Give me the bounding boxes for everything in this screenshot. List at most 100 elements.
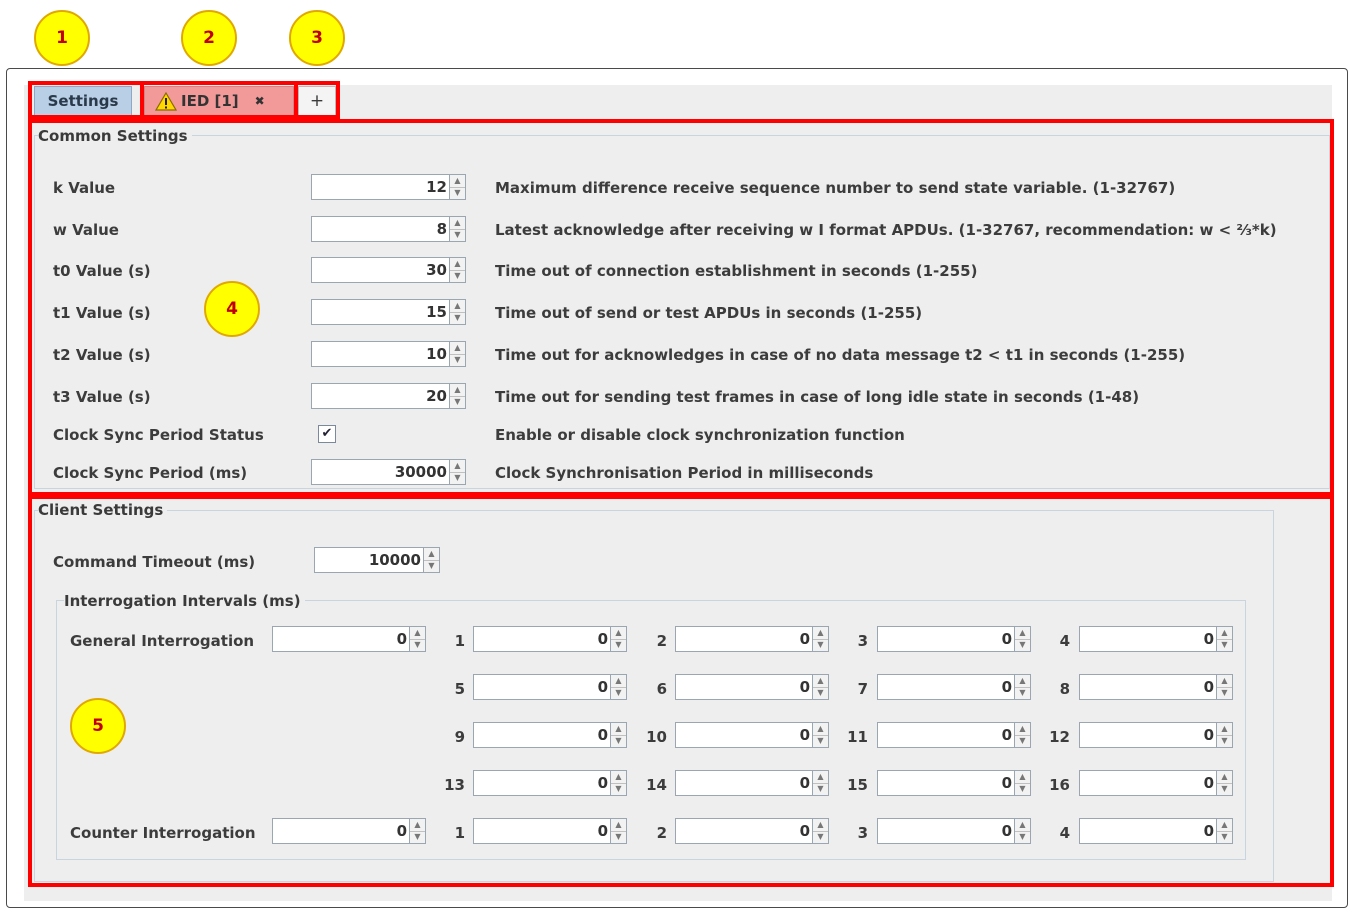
spinner-value: 0: [1203, 774, 1214, 792]
interrogation-intervals-title: Interrogation Intervals (ms): [64, 592, 305, 610]
spinner-arrows[interactable]: ▲ ▼: [409, 818, 426, 844]
group-interrogation-spinner[interactable]: 0 ▲ ▼: [1079, 674, 1233, 700]
spinner-arrows[interactable]: ▲ ▼: [449, 459, 466, 485]
spinner-arrows[interactable]: ▲ ▼: [610, 722, 627, 748]
group-interrogation-spinner[interactable]: 0 ▲ ▼: [473, 674, 627, 700]
group-interrogation-spinner[interactable]: 0 ▲ ▼: [1079, 722, 1233, 748]
clock-sync-status-desc: Enable or disable clock synchronization …: [495, 426, 905, 444]
setting-description: Maximum difference receive sequence numb…: [495, 179, 1176, 197]
clock-sync-checkbox[interactable]: ✔: [318, 425, 336, 443]
spinner-arrows[interactable]: ▲ ▼: [812, 626, 829, 652]
counter-group-number-label: 3: [857, 824, 868, 842]
spinner-value: 0: [597, 726, 608, 744]
group-interrogation-spinner[interactable]: 0 ▲ ▼: [877, 770, 1031, 796]
spinner-arrows[interactable]: ▲ ▼: [1014, 674, 1031, 700]
group-number-label: 13: [444, 776, 465, 794]
group-interrogation-spinner[interactable]: 0 ▲ ▼: [675, 626, 829, 652]
group-number-label: 15: [847, 776, 868, 794]
group-interrogation-spinner[interactable]: 0 ▲ ▼: [1079, 770, 1233, 796]
spinner-arrows[interactable]: ▲ ▼: [449, 216, 466, 242]
spinner-value: 0: [799, 774, 810, 792]
group-interrogation-spinner[interactable]: 0 ▲ ▼: [473, 626, 627, 652]
spinner-arrows[interactable]: ▲ ▼: [449, 341, 466, 367]
group-interrogation-spinner[interactable]: 0 ▲ ▼: [473, 770, 627, 796]
spinner-arrows[interactable]: ▲ ▼: [423, 547, 440, 573]
spinner-arrows[interactable]: ▲ ▼: [610, 818, 627, 844]
spinner-arrows[interactable]: ▲ ▼: [812, 722, 829, 748]
spinner-arrows[interactable]: ▲ ▼: [610, 626, 627, 652]
spinner-value: 8: [436, 220, 447, 238]
spinner-arrows[interactable]: ▲ ▼: [449, 257, 466, 283]
setting-spinner[interactable]: 30 ▲ ▼: [311, 257, 466, 283]
spinner-arrows[interactable]: ▲ ▼: [812, 818, 829, 844]
spinner-arrows[interactable]: ▲ ▼: [812, 674, 829, 700]
counter-group-number-label: 2: [656, 824, 667, 842]
counter-group-spinner[interactable]: 0 ▲ ▼: [1079, 818, 1233, 844]
general-interrogation-spinner[interactable]: 0 ▲ ▼: [272, 626, 426, 652]
spinner-arrows[interactable]: ▲ ▼: [610, 674, 627, 700]
tab-settings[interactable]: Settings: [34, 86, 132, 116]
spinner-value: 15: [426, 303, 447, 321]
setting-description: Time out for acknowledges in case of no …: [495, 346, 1186, 364]
setting-description: Time out for sending test frames in case…: [495, 388, 1140, 406]
counter-interrogation-spinner[interactable]: 0 ▲ ▼: [272, 818, 426, 844]
client-settings-title: Client Settings: [38, 501, 168, 519]
spinner-arrows[interactable]: ▲ ▼: [1216, 770, 1233, 796]
group-interrogation-spinner[interactable]: 0 ▲ ▼: [473, 722, 627, 748]
spinner-arrows[interactable]: ▲ ▼: [1014, 722, 1031, 748]
setting-spinner[interactable]: 20 ▲ ▼: [311, 383, 466, 409]
command-timeout-spinner[interactable]: 10000 ▲ ▼: [314, 547, 440, 573]
setting-spinner[interactable]: 12 ▲ ▼: [311, 174, 466, 200]
tab-ied[interactable]: IED [1] ✖: [144, 86, 294, 116]
setting-label: t0 Value (s): [53, 262, 151, 280]
spinner-arrows[interactable]: ▲ ▼: [812, 770, 829, 796]
spinner-arrows[interactable]: ▲ ▼: [1216, 626, 1233, 652]
setting-spinner[interactable]: 10 ▲ ▼: [311, 341, 466, 367]
add-tab-button[interactable]: +: [298, 86, 336, 116]
spinner-arrows[interactable]: ▲ ▼: [1216, 818, 1233, 844]
group-number-label: 5: [454, 680, 465, 698]
tab-settings-label: Settings: [47, 92, 119, 110]
spinner-value: 0: [597, 822, 608, 840]
counter-group-spinner[interactable]: 0 ▲ ▼: [675, 818, 829, 844]
spinner-arrows[interactable]: ▲ ▼: [1014, 818, 1031, 844]
counter-group-spinner[interactable]: 0 ▲ ▼: [877, 818, 1031, 844]
group-interrogation-spinner[interactable]: 0 ▲ ▼: [1079, 626, 1233, 652]
clock-sync-status-label: Clock Sync Period Status: [53, 426, 264, 444]
group-number-label: 14: [646, 776, 667, 794]
counter-group-spinner[interactable]: 0 ▲ ▼: [473, 818, 627, 844]
setting-label: t1 Value (s): [53, 304, 151, 322]
setting-description: Time out of connection establishment in …: [495, 262, 978, 280]
group-number-label: 6: [656, 680, 667, 698]
spinner-arrows[interactable]: ▲ ▼: [610, 770, 627, 796]
group-number-label: 12: [1049, 728, 1070, 746]
group-interrogation-spinner[interactable]: 0 ▲ ▼: [675, 674, 829, 700]
spinner-value: 0: [799, 726, 810, 744]
setting-description: Time out of send or test APDUs in second…: [495, 304, 923, 322]
group-interrogation-spinner[interactable]: 0 ▲ ▼: [675, 722, 829, 748]
spinner-value: 0: [597, 774, 608, 792]
setting-spinner[interactable]: 15 ▲ ▼: [311, 299, 466, 325]
group-interrogation-spinner[interactable]: 0 ▲ ▼: [877, 674, 1031, 700]
group-interrogation-spinner[interactable]: 0 ▲ ▼: [877, 626, 1031, 652]
spinner-value: 0: [396, 822, 407, 840]
spinner-arrows[interactable]: ▲ ▼: [449, 383, 466, 409]
spinner-arrows[interactable]: ▲ ▼: [1014, 626, 1031, 652]
counter-group-number-label: 4: [1059, 824, 1070, 842]
spinner-arrows[interactable]: ▲ ▼: [1014, 770, 1031, 796]
setting-spinner[interactable]: 8 ▲ ▼: [311, 216, 466, 242]
close-icon[interactable]: ✖: [255, 94, 265, 108]
spinner-arrows[interactable]: ▲ ▼: [409, 626, 426, 652]
setting-label: w Value: [53, 221, 119, 239]
spinner-arrows[interactable]: ▲ ▼: [1216, 722, 1233, 748]
group-number-label: 16: [1049, 776, 1070, 794]
clock-sync-period-spinner[interactable]: 30000 ▲ ▼: [311, 459, 466, 485]
spinner-arrows[interactable]: ▲ ▼: [1216, 674, 1233, 700]
setting-description: Latest acknowledge after receiving w I f…: [495, 221, 1277, 239]
spinner-arrows[interactable]: ▲ ▼: [449, 299, 466, 325]
group-interrogation-spinner[interactable]: 0 ▲ ▼: [675, 770, 829, 796]
spinner-arrows[interactable]: ▲ ▼: [449, 174, 466, 200]
spinner-value: 0: [1001, 630, 1012, 648]
spinner-value: 10: [426, 345, 447, 363]
group-interrogation-spinner[interactable]: 0 ▲ ▼: [877, 722, 1031, 748]
